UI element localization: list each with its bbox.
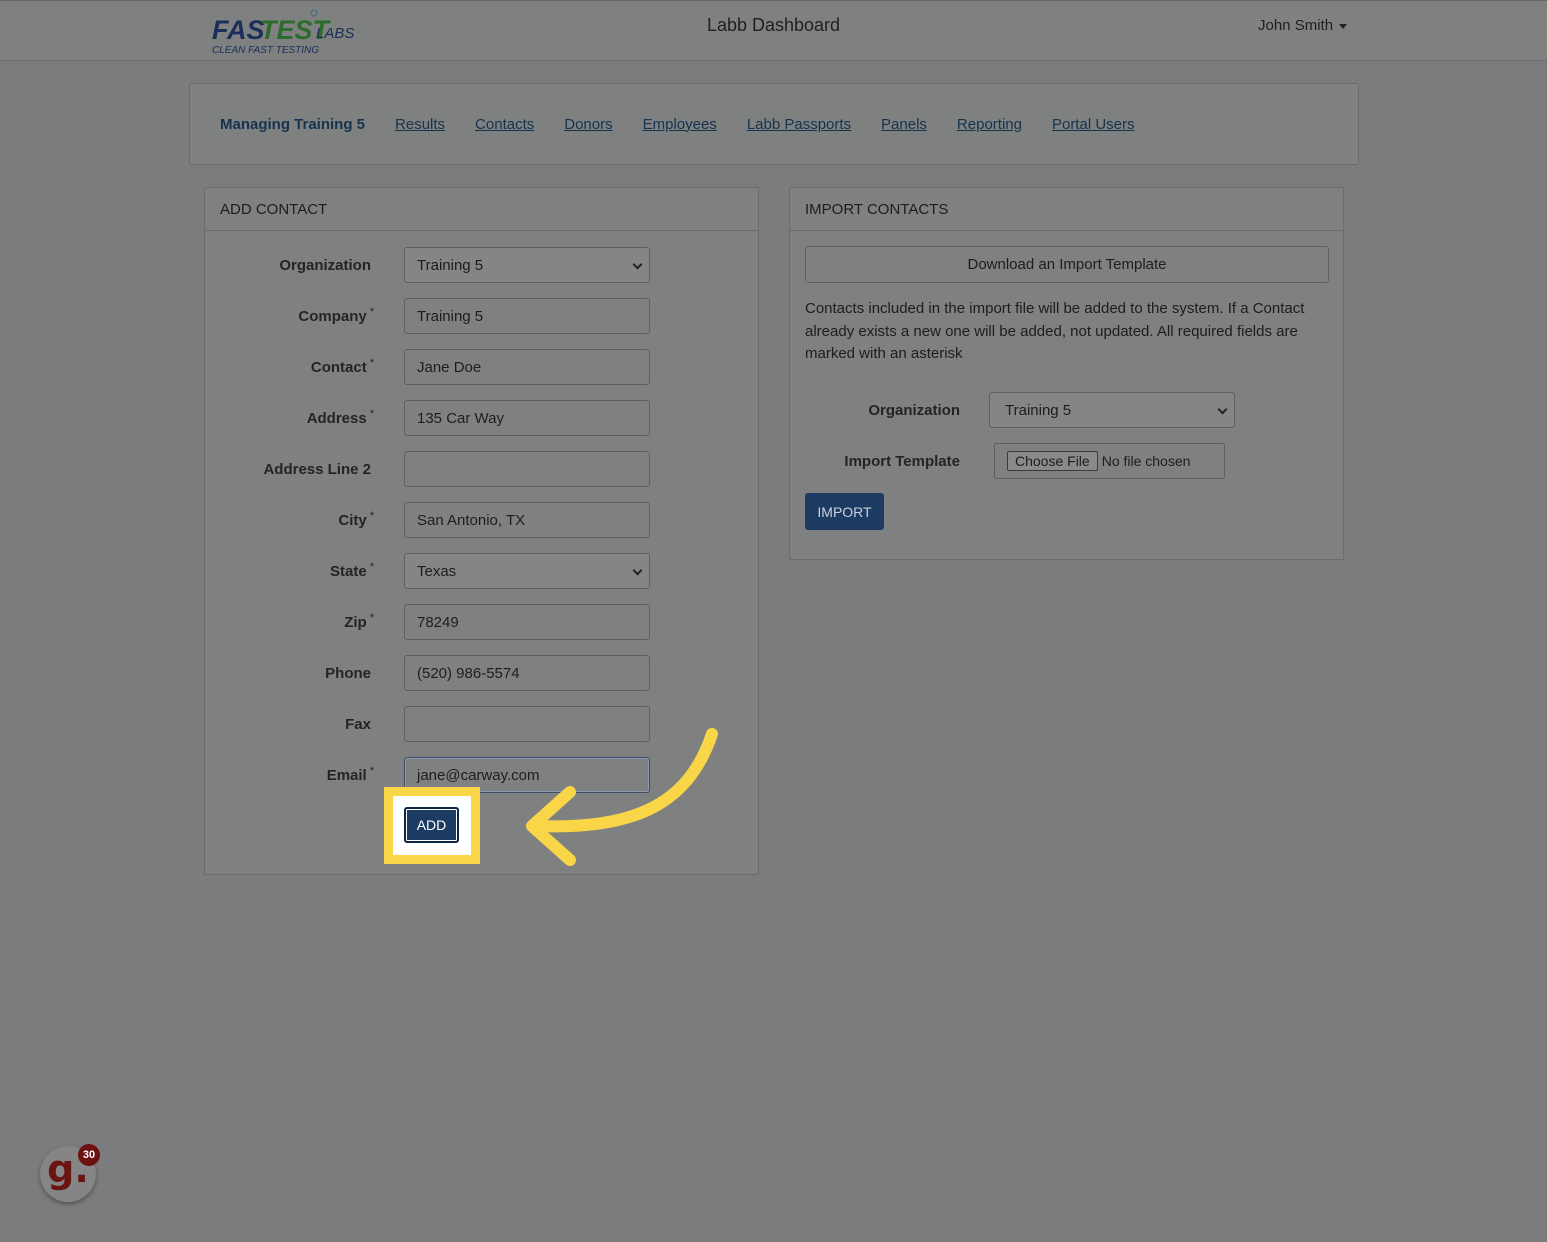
import-file-input[interactable]: Choose File No file chosen	[994, 443, 1225, 479]
user-menu[interactable]: John Smith	[1258, 17, 1348, 34]
organization-select[interactable]: Training 5	[404, 247, 650, 283]
nav-link-reporting[interactable]: Reporting	[957, 116, 1022, 133]
import-organization-row: Organization Training 5	[790, 392, 1345, 428]
phone-row: Phone (520) 986-5574	[205, 655, 760, 691]
organization-row: Organization Training 5	[205, 247, 760, 283]
svg-text:CLEAN FAST TESTING: CLEAN FAST TESTING	[212, 45, 319, 56]
nav-link-donors[interactable]: Donors	[564, 116, 612, 133]
company-input[interactable]: Training 5	[404, 298, 650, 334]
import-organization-select[interactable]: Training 5	[989, 392, 1235, 428]
zip-label: Zip *	[344, 612, 374, 631]
chevron-down-icon	[632, 259, 643, 270]
nav-link-panels[interactable]: Panels	[881, 116, 927, 133]
import-organization-label: Organization	[868, 401, 960, 419]
pointer-arrow-icon	[526, 728, 718, 866]
import-button[interactable]: IMPORT	[805, 493, 884, 530]
contact-row: Contact * Jane Doe	[205, 349, 760, 385]
nav-link-contacts[interactable]: Contacts	[475, 116, 534, 133]
state-select[interactable]: Texas	[404, 553, 650, 589]
no-file-text: No file chosen	[1101, 453, 1191, 469]
state-row: State * Texas	[205, 553, 760, 589]
import-template-label: Import Template	[844, 452, 960, 470]
state-label: State *	[330, 561, 374, 580]
email-label: Email *	[326, 765, 374, 784]
import-contacts-panel: IMPORT CONTACTS Download an Import Templ…	[789, 187, 1344, 560]
zip-row: Zip * 78249	[205, 604, 760, 640]
add-button[interactable]: ADD	[404, 807, 459, 843]
company-label: Company *	[298, 306, 374, 325]
nav-link-labb-passports[interactable]: Labb Passports	[747, 116, 851, 133]
section-nav: Managing Training 5 Results Contacts Don…	[189, 83, 1359, 165]
add-contact-heading: ADD CONTACT	[205, 188, 758, 231]
user-name: John Smith	[1258, 17, 1334, 34]
download-template-button[interactable]: Download an Import Template	[805, 246, 1329, 283]
import-contacts-heading: IMPORT CONTACTS	[790, 188, 1343, 231]
phone-input[interactable]: (520) 986-5574	[404, 655, 650, 691]
company-row: Company * Training 5	[205, 298, 760, 334]
fax-label: Fax	[345, 715, 371, 733]
contact-input[interactable]: Jane Doe	[404, 349, 650, 385]
nav-link-employees[interactable]: Employees	[643, 116, 717, 133]
address-input[interactable]: 135 Car Way	[404, 400, 650, 436]
zip-input[interactable]: 78249	[404, 604, 650, 640]
address-line-2-input[interactable]	[404, 451, 650, 487]
organization-label: Organization	[279, 256, 371, 274]
notification-badge: 30	[78, 1144, 100, 1166]
import-description: Contacts included in the import file wil…	[805, 300, 1305, 362]
address-line-2-label: Address Line 2	[263, 460, 371, 478]
chevron-down-icon	[1217, 404, 1228, 415]
choose-file-button[interactable]: Choose File	[1007, 451, 1098, 471]
address-label: Address *	[306, 408, 374, 427]
import-template-row: Import Template Choose File No file chos…	[790, 443, 1345, 479]
address-row: Address * 135 Car Way	[205, 400, 760, 436]
caret-down-icon	[1339, 24, 1348, 29]
nav-current-org: Managing Training 5	[220, 115, 366, 133]
nav-link-results[interactable]: Results	[395, 116, 445, 133]
chevron-down-icon	[632, 565, 643, 576]
guide-widget-button[interactable]: g. 30	[40, 1144, 100, 1202]
city-input[interactable]: San Antonio, TX	[404, 502, 650, 538]
nav-link-portal-users[interactable]: Portal Users	[1052, 116, 1135, 133]
phone-label: Phone	[325, 664, 371, 682]
top-bar: FAS TEST LABS CLEAN FAST TESTING Labb Da…	[0, 0, 1547, 61]
contact-label: Contact *	[310, 357, 374, 376]
address-line-2-row: Address Line 2	[205, 451, 760, 487]
city-label: City *	[338, 510, 374, 529]
city-row: City * San Antonio, TX	[205, 502, 760, 538]
